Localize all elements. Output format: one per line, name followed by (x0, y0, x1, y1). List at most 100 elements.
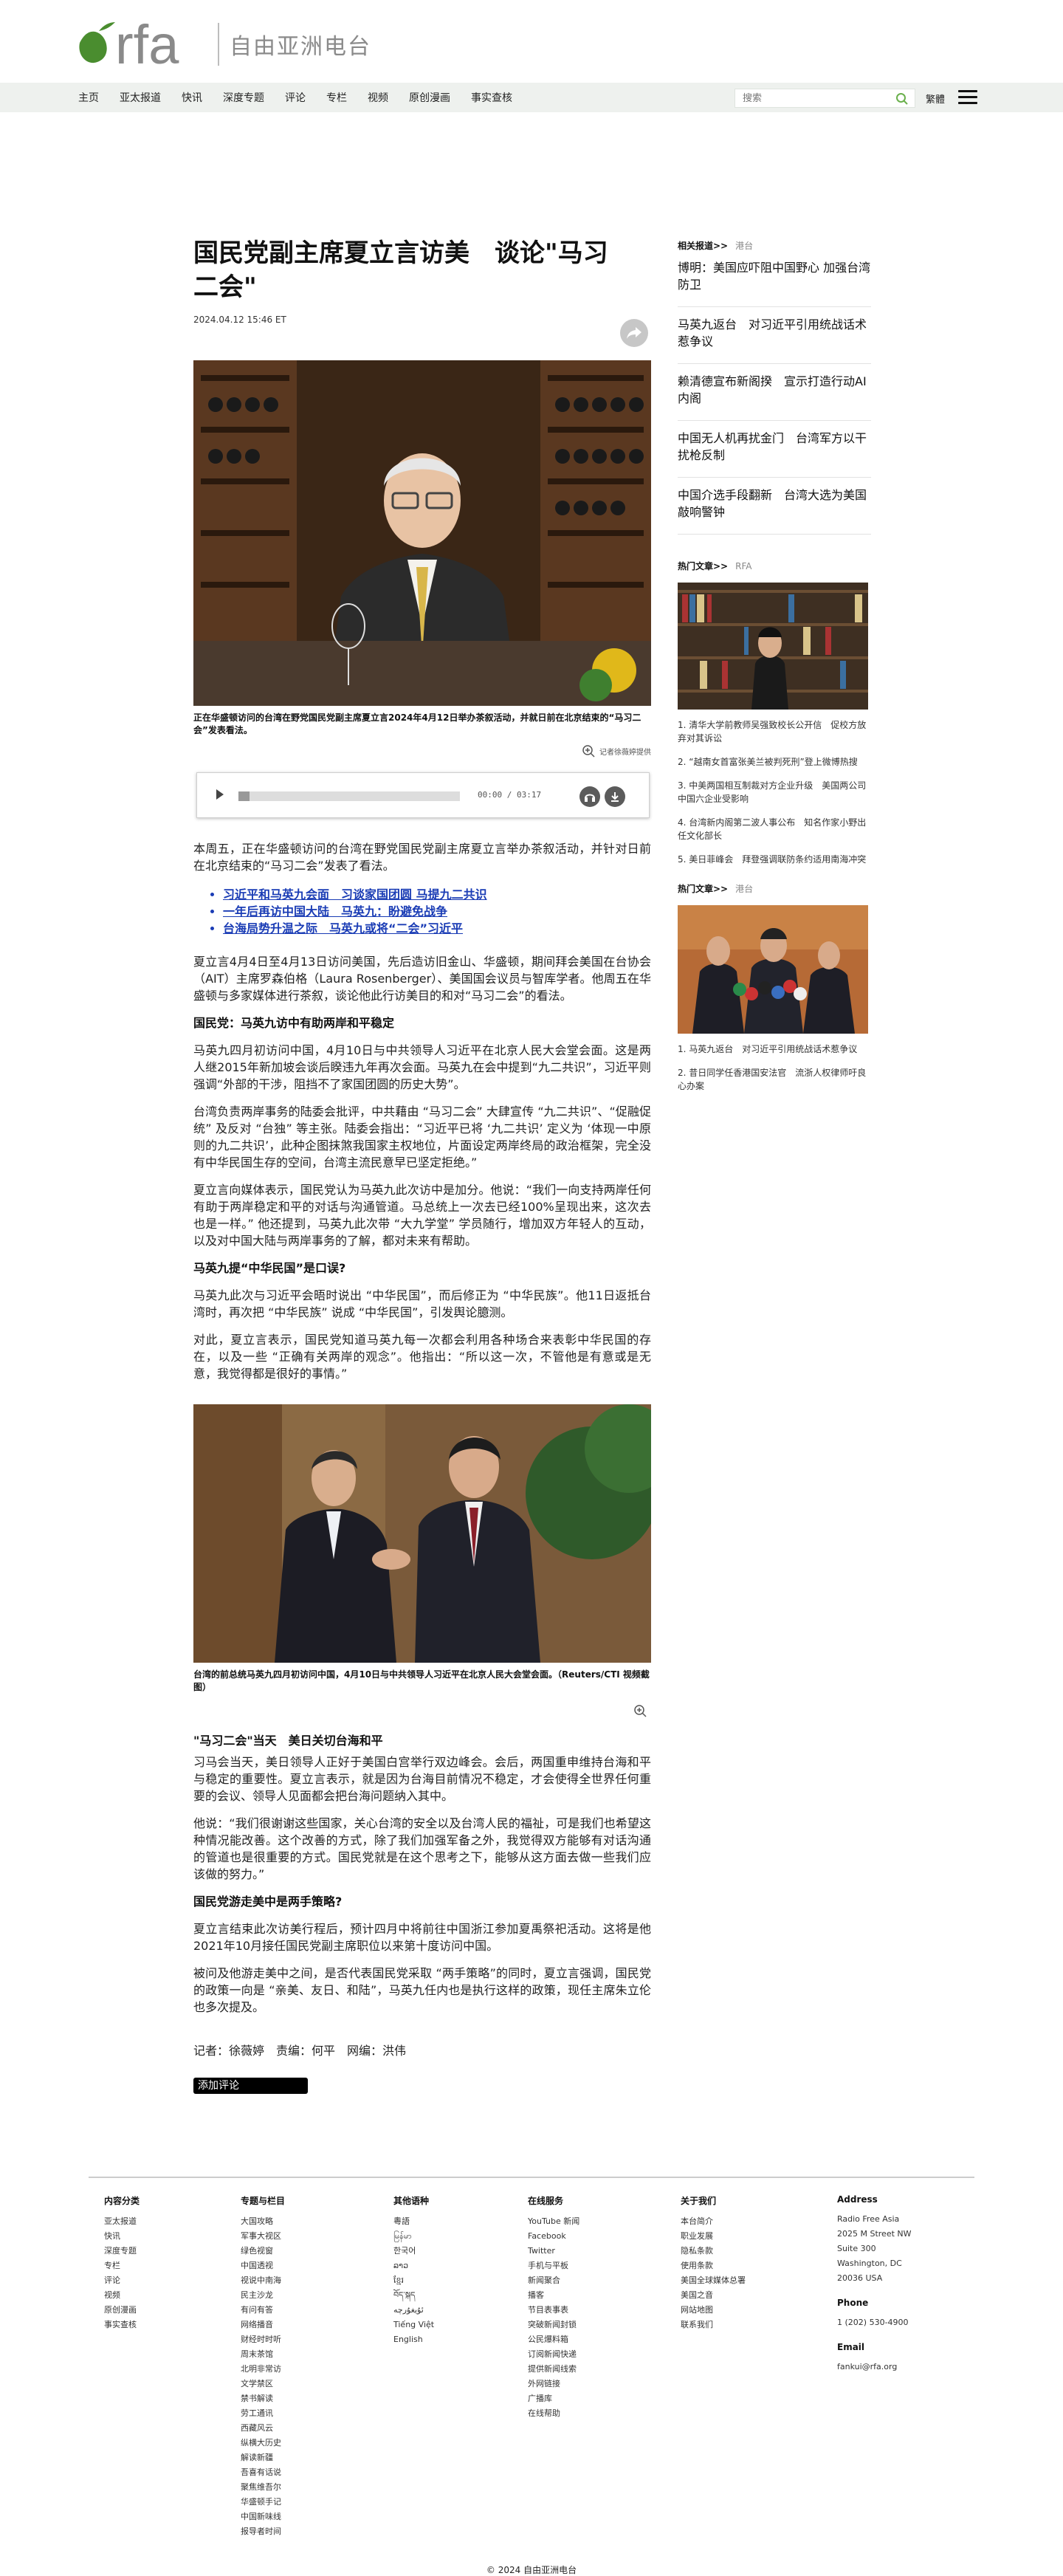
footer-link[interactable]: ລາວ (393, 2259, 528, 2273)
footer-link[interactable]: 亚太报道 (104, 2214, 241, 2229)
sidebar-hot-link[interactable]: 3. 中美两国相互制裁对方企业升级 美国两公司中国六企业受影响 (678, 774, 871, 811)
footer-link[interactable]: 美国之音 (681, 2288, 837, 2303)
share-icon[interactable] (620, 319, 648, 347)
footer-link[interactable]: 手机与平板 (528, 2259, 681, 2273)
footer-link[interactable]: 有问有答 (241, 2303, 393, 2318)
footer-link[interactable]: 深度专题 (104, 2244, 241, 2259)
footer-link[interactable]: 文学禁区 (241, 2377, 393, 2391)
sidebar-related-link[interactable]: 中国介选手段翻新 台湾大选为美国敲响警钟 (678, 478, 871, 535)
nav-item[interactable]: 亚太报道 (120, 90, 161, 105)
footer-link[interactable]: ئۇيغۇرچە (393, 2303, 528, 2318)
sidebar-hot-link[interactable]: 4. 台湾新内阁第二波人事公布 知名作家小野出任文化部长 (678, 811, 871, 848)
footer-link[interactable]: 突破新闻封锁 (528, 2318, 681, 2332)
footer-link[interactable]: 本台简介 (681, 2214, 837, 2229)
footer-link[interactable]: 职业发展 (681, 2229, 837, 2244)
nav-item[interactable]: 评论 (285, 90, 306, 105)
hamburger-menu-icon[interactable] (958, 90, 977, 106)
footer-link[interactable]: 事实查核 (104, 2318, 241, 2332)
add-comment-button[interactable]: 添加评论 (193, 2078, 308, 2094)
nav-item[interactable]: 事实查核 (471, 90, 512, 105)
search-input[interactable] (735, 89, 890, 107)
footer-link[interactable]: 订阅新闻快递 (528, 2347, 681, 2362)
download-icon[interactable] (605, 786, 625, 807)
nav-item[interactable]: 视频 (368, 90, 388, 105)
footer-link[interactable]: 外网链接 (528, 2377, 681, 2391)
footer-link[interactable]: မြန်မာ (393, 2229, 528, 2244)
nav-item[interactable]: 原创漫画 (409, 90, 450, 105)
footer-link[interactable]: 快讯 (104, 2229, 241, 2244)
related-link[interactable]: 一年后再访中国大陆 马英九：盼避免战争 (223, 903, 651, 920)
footer-link[interactable]: 节目表事表 (528, 2303, 681, 2318)
footer-link[interactable]: 报导者时间 (241, 2524, 393, 2539)
footer-link[interactable]: 解读新疆 (241, 2450, 393, 2465)
lang-switch-link[interactable]: 繁體 (926, 92, 945, 106)
sidebar-related-link[interactable]: 马英九返台 对习近平引用统战话术惹争议 (678, 307, 871, 364)
footer-link[interactable]: 周末茶馆 (241, 2347, 393, 2362)
footer-link[interactable]: 隐私条款 (681, 2244, 837, 2259)
footer-link[interactable]: 网络播音 (241, 2318, 393, 2332)
footer-link[interactable]: ខ្មែរ (393, 2273, 528, 2288)
sidebar-related-link[interactable]: 博明：美国应吓阻中国野心 加强台湾防卫 (678, 252, 871, 307)
footer-link[interactable]: 视说中南海 (241, 2273, 393, 2288)
footer-link[interactable]: English (393, 2332, 528, 2347)
nav-item[interactable]: 主页 (78, 90, 99, 105)
sidebar-hot-link[interactable]: 2. 昔日同学任香港国安法官 流浙人权律师吁良心办案 (678, 1062, 871, 1099)
site-logo[interactable]: rfa 自由亚洲电台 (74, 15, 371, 74)
footer-link[interactable]: 联系我们 (681, 2318, 837, 2332)
footer-link[interactable]: 网站地图 (681, 2303, 837, 2318)
footer-link[interactable]: 中国透视 (241, 2259, 393, 2273)
footer-link[interactable]: 北明非常访 (241, 2362, 393, 2377)
sidebar-related-link[interactable]: 中国无人机再扰金门 台湾军方以干扰枪反制 (678, 421, 871, 478)
footer-link[interactable]: 在线帮助 (528, 2406, 681, 2421)
related-link[interactable]: 台海局势升温之际 马英九或将“二会”习近平 (223, 920, 651, 937)
headphones-icon[interactable] (579, 786, 600, 807)
footer-link[interactable]: 聚焦维吾尔 (241, 2480, 393, 2495)
footer-link[interactable]: 纵横大历史 (241, 2436, 393, 2450)
footer-link[interactable]: Facebook (528, 2229, 681, 2244)
footer-phone[interactable]: 1 (202) 530-4900 (837, 2315, 912, 2330)
search-icon[interactable] (895, 92, 909, 106)
zoom-icon[interactable] (582, 744, 595, 758)
sidebar-hot-link[interactable]: 1. 马英九返台 对习近平引用统战话术惹争议 (678, 1038, 871, 1062)
footer-link[interactable]: 粵語 (393, 2214, 528, 2229)
footer-email[interactable]: fankui@rfa.org (837, 2360, 912, 2374)
sidebar-hot-link[interactable]: 5. 美日菲峰会 拜登强调联防条约适用南海冲突 (678, 848, 871, 872)
nav-item[interactable]: 深度专题 (223, 90, 264, 105)
footer-link[interactable]: 视频 (104, 2288, 241, 2303)
footer-link[interactable]: YouTube 新闻 (528, 2214, 681, 2229)
footer-link[interactable]: 军事大视区 (241, 2229, 393, 2244)
footer-link[interactable]: 专栏 (104, 2259, 241, 2273)
footer-link[interactable]: 新闻聚合 (528, 2273, 681, 2288)
nav-item[interactable]: 专栏 (326, 90, 347, 105)
sidebar-hot2-image[interactable] (678, 905, 868, 1034)
footer-link[interactable]: 民主沙龙 (241, 2288, 393, 2303)
related-link-text[interactable]: 习近平和马英九会面 习谈家国团圆 马提九二共识 (223, 887, 487, 901)
footer-link[interactable]: 公民爆料箱 (528, 2332, 681, 2347)
footer-link[interactable]: 한국어 (393, 2244, 528, 2259)
footer-link[interactable]: 使用条款 (681, 2259, 837, 2273)
footer-link[interactable]: 吾喜有话说 (241, 2465, 393, 2480)
footer-link[interactable]: 中国新味线 (241, 2510, 393, 2524)
footer-link[interactable]: 劳工通讯 (241, 2406, 393, 2421)
zoom-icon[interactable] (633, 1704, 647, 1717)
related-link-text[interactable]: 一年后再访中国大陆 马英九：盼避免战争 (223, 904, 447, 918)
footer-link[interactable]: 原创漫画 (104, 2303, 241, 2318)
footer-link[interactable]: 评论 (104, 2273, 241, 2288)
footer-link[interactable]: 禁书解读 (241, 2391, 393, 2406)
footer-link[interactable]: Tiếng Việt (393, 2318, 528, 2332)
footer-link[interactable]: 大国攻略 (241, 2214, 393, 2229)
sidebar-related-link[interactable]: 赖清德宣布新阁揆 宣示打造行动AI内阁 (678, 364, 871, 421)
related-link-text[interactable]: 台海局势升温之际 马英九或将“二会”习近平 (223, 921, 463, 935)
footer-link[interactable]: 财经时时听 (241, 2332, 393, 2347)
play-icon[interactable] (216, 789, 224, 800)
footer-link[interactable]: 绿色视窗 (241, 2244, 393, 2259)
footer-link[interactable]: 华盛顿手记 (241, 2495, 393, 2510)
footer-link[interactable]: 广播库 (528, 2391, 681, 2406)
footer-link[interactable]: 西藏风云 (241, 2421, 393, 2436)
nav-item[interactable]: 快讯 (182, 90, 202, 105)
footer-link[interactable]: བོད་སྐད (393, 2288, 528, 2303)
footer-link[interactable]: 播客 (528, 2288, 681, 2303)
sidebar-hot-link[interactable]: 2. “越南女首富张美兰被判死刑”登上微博热搜 (678, 751, 871, 774)
sidebar-hot1-image[interactable] (678, 583, 868, 710)
footer-link[interactable]: 提供新闻线索 (528, 2362, 681, 2377)
